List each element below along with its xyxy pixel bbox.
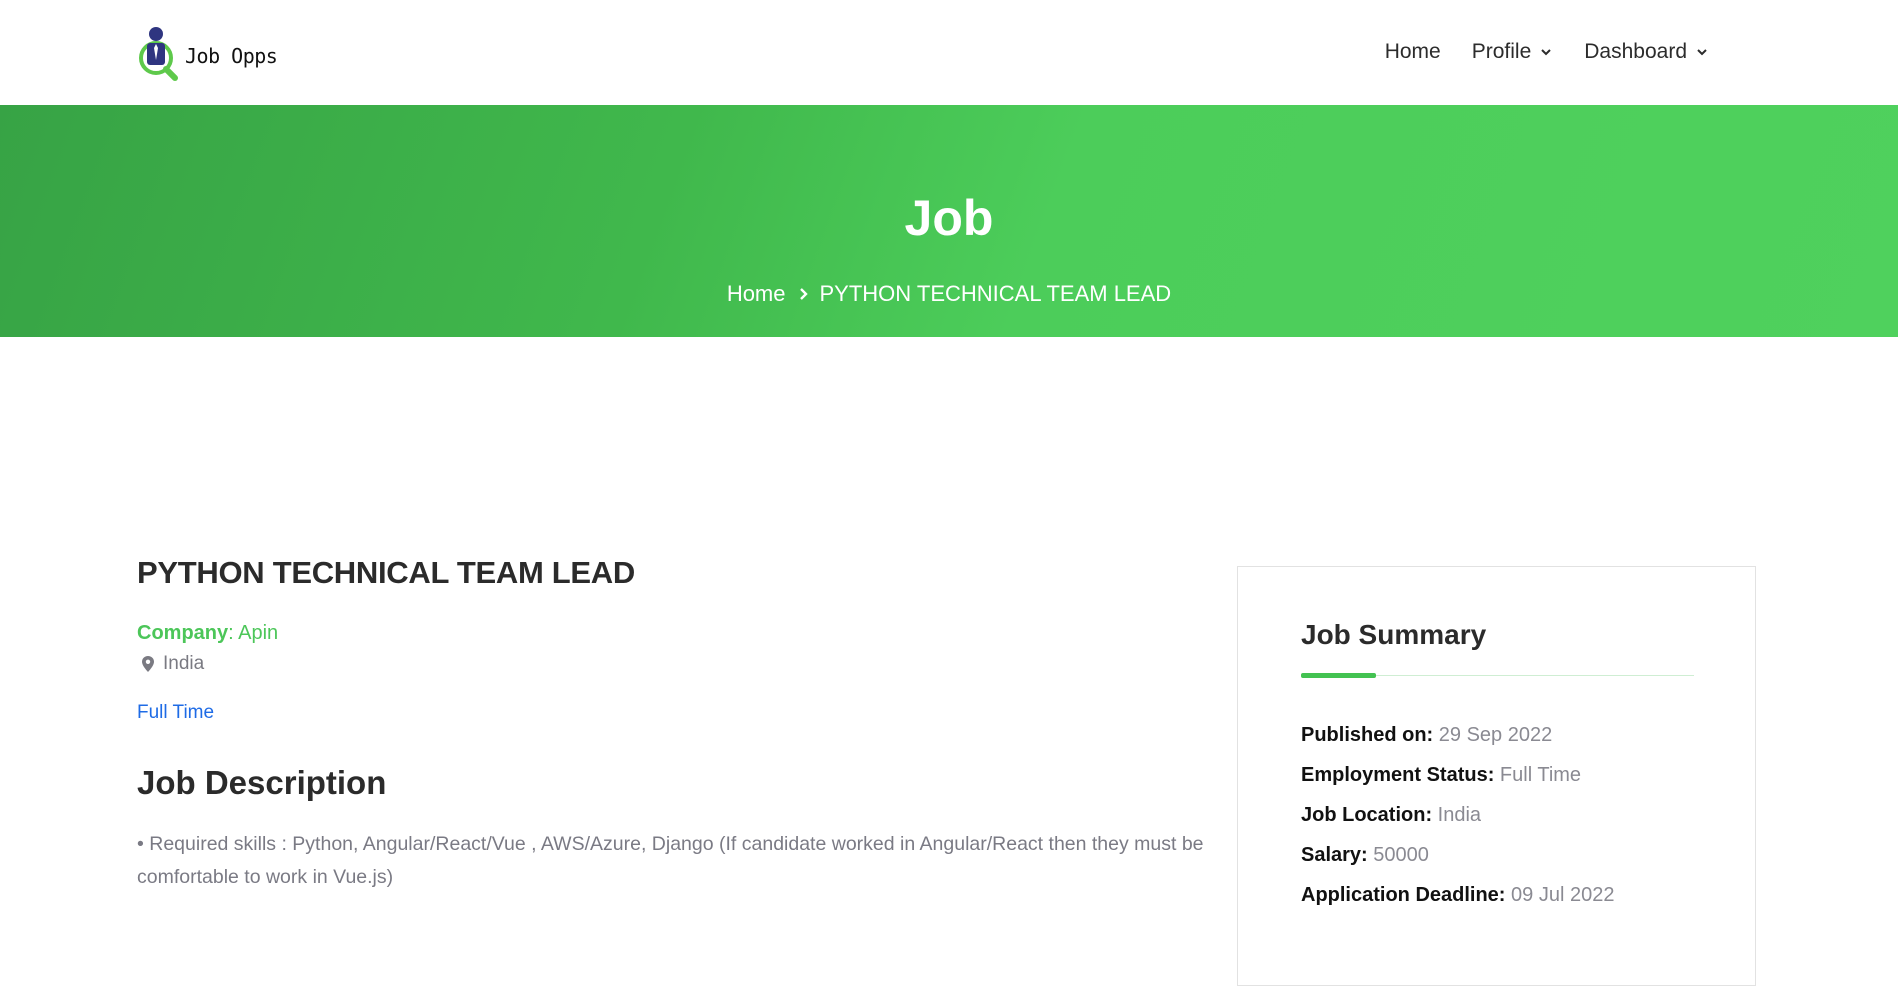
location-line: India	[137, 653, 1217, 675]
job-summary-card: Job Summary Published on: 29 Sep 2022 Em…	[1237, 566, 1756, 986]
company-line: Company: Apin	[137, 622, 1217, 645]
chevron-right-icon	[799, 288, 808, 300]
page-title: Job	[904, 190, 994, 246]
breadcrumb-home-link[interactable]: Home	[727, 281, 786, 307]
main-nav: Home Profile Dashboard	[1385, 40, 1709, 64]
nav-item-label: Dashboard	[1584, 40, 1687, 63]
site-header: Job Opps Home Profile Dashboard	[0, 0, 1898, 105]
job-location: India	[163, 653, 205, 674]
job-description-text: • Required skills : Python, Angular/Reac…	[137, 833, 1204, 888]
chevron-down-icon	[1541, 49, 1551, 56]
summary-value: 29 Sep 2022	[1438, 724, 1553, 746]
summary-label: Employment Status:	[1301, 764, 1495, 786]
nav-item-dashboard[interactable]: Dashboard	[1584, 40, 1709, 64]
brand-name: Job Opps	[185, 44, 278, 68]
summary-label: Salary:	[1301, 844, 1368, 866]
job-summary-list: Published on: 29 Sep 2022 Employment Sta…	[1301, 715, 1614, 915]
job-summary-title: Job Summary	[1301, 619, 1487, 650]
summary-label: Published on:	[1301, 724, 1434, 746]
page-hero-banner: Job Home PYTHON TECHNICAL TEAM LEAD	[0, 105, 1898, 337]
summary-item-application-deadline: Application Deadline: 09 Jul 2022	[1301, 875, 1614, 915]
job-details: PYTHON TECHNICAL TEAM LEAD Company: Apin…	[137, 555, 1217, 894]
summary-item-employment-status: Employment Status: Full Time	[1301, 755, 1614, 795]
job-search-person-icon	[139, 27, 178, 81]
summary-item-salary: Salary: 50000	[1301, 835, 1614, 875]
nav-item-label: Profile	[1471, 40, 1532, 63]
summary-item-published: Published on: 29 Sep 2022	[1301, 715, 1614, 755]
map-pin-icon	[142, 656, 154, 672]
summary-value: India	[1437, 804, 1482, 826]
summary-label: Job Location:	[1301, 804, 1433, 826]
company-separator: :	[228, 622, 239, 644]
nav-item-profile[interactable]: Profile	[1472, 40, 1554, 64]
nav-item-label: Home	[1384, 40, 1441, 63]
summary-value: 50000	[1373, 844, 1429, 866]
summary-value: 09 Jul 2022	[1511, 884, 1615, 906]
chevron-down-icon	[1697, 49, 1707, 56]
job-type-link[interactable]: Full Time	[137, 702, 214, 724]
job-description-heading: Job Description	[137, 764, 387, 801]
job-title: PYTHON TECHNICAL TEAM LEAD	[137, 555, 635, 590]
company-name: Apin	[238, 622, 279, 644]
summary-item-job-location: Job Location: India	[1301, 795, 1614, 835]
company-label: Company	[137, 622, 229, 644]
nav-item-home[interactable]: Home	[1385, 40, 1441, 64]
breadcrumb-current: PYTHON TECHNICAL TEAM LEAD	[819, 281, 1172, 306]
summary-value: Full Time	[1499, 764, 1582, 786]
breadcrumb: Home PYTHON TECHNICAL TEAM LEAD	[0, 281, 1898, 307]
summary-divider-accent	[1301, 673, 1376, 678]
site-logo[interactable]: Job Opps	[137, 24, 278, 82]
summary-label: Application Deadline:	[1301, 884, 1506, 906]
